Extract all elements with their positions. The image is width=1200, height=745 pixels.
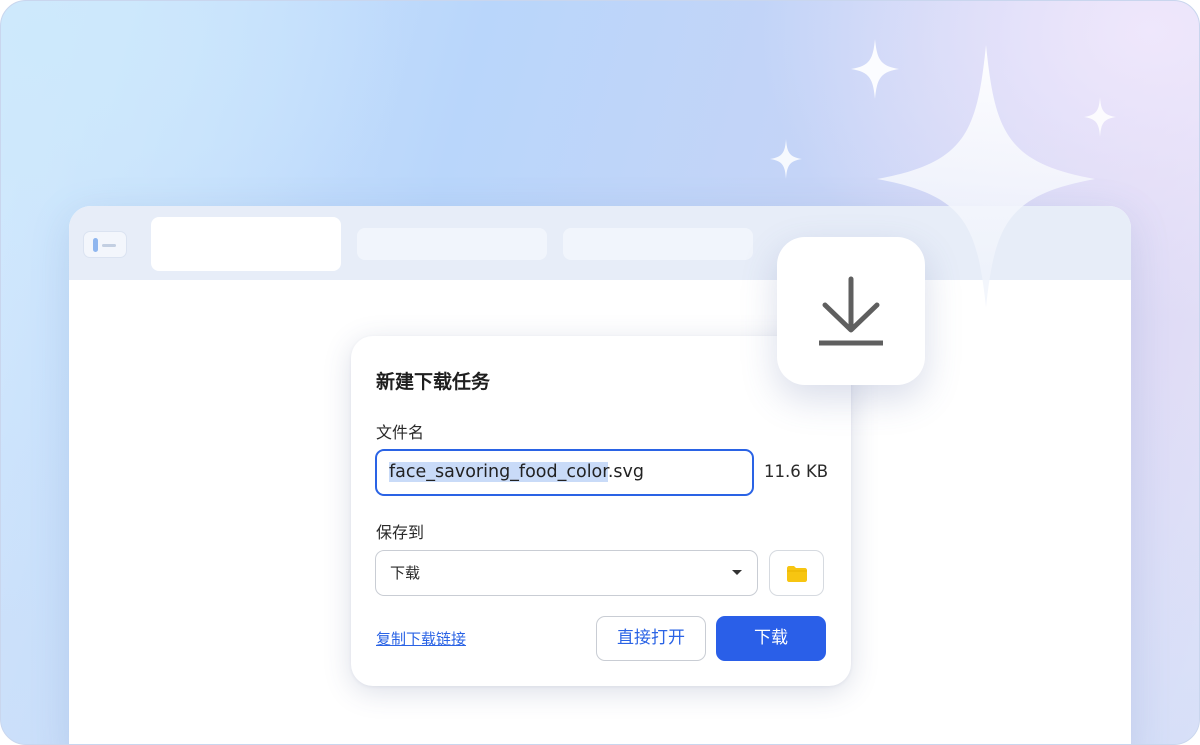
new-download-dialog: 新建下载任务 文件名 face_savoring_food_color.svg …: [351, 336, 851, 686]
open-directly-button[interactable]: 直接打开: [596, 616, 706, 661]
download-button[interactable]: 下载: [716, 616, 826, 661]
save-to-label: 保存到: [376, 523, 425, 542]
copy-download-link[interactable]: 复制下载链接: [376, 628, 466, 649]
save-location-select[interactable]: 下载: [375, 550, 758, 596]
sparkle-icon: [770, 139, 802, 179]
sidebar-toggle-icon[interactable]: [83, 231, 127, 258]
download-badge: [777, 237, 925, 385]
browser-tab[interactable]: [357, 228, 547, 260]
browser-tab[interactable]: [563, 228, 753, 260]
filename-label: 文件名: [376, 423, 425, 442]
filename-input[interactable]: face_savoring_food_color.svg: [375, 449, 754, 496]
hero-background: 新建下载任务 文件名 face_savoring_food_color.svg …: [0, 0, 1200, 745]
dialog-title: 新建下载任务: [376, 371, 491, 393]
filename-selection: face_savoring_food_color: [389, 462, 608, 482]
browse-folder-button[interactable]: [769, 550, 824, 596]
save-location-value: 下载: [390, 564, 421, 582]
browser-tab-active[interactable]: [151, 217, 341, 271]
file-size: 11.6 KB: [764, 462, 829, 481]
folder-icon: [787, 566, 807, 582]
download-arrow-icon: [819, 276, 883, 346]
filename-extension: .svg: [607, 462, 645, 482]
chevron-down-icon: [732, 570, 742, 575]
